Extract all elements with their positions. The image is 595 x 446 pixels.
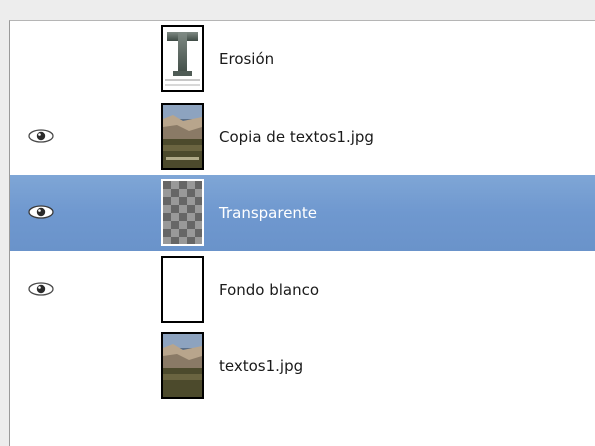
eye-icon[interactable] — [26, 204, 56, 220]
layer-row-copia-textos1[interactable]: Copia de textos1.jpg — [10, 99, 595, 175]
layer-name: Fondo blanco — [219, 281, 320, 299]
transparent-thumbnail — [161, 179, 204, 246]
layer-name: Copia de textos1.jpg — [219, 128, 374, 146]
photo-thumbnail-image — [163, 105, 202, 168]
eye-icon[interactable] — [26, 281, 56, 297]
layer-name: Erosión — [219, 50, 275, 68]
layer-name: textos1.jpg — [219, 357, 304, 375]
text-layer-thumbnail — [161, 25, 204, 92]
layer-row-transparente[interactable]: Transparente — [10, 175, 595, 251]
white-thumbnail — [161, 256, 204, 323]
layer-row-fondo-blanco[interactable]: Fondo blanco — [10, 252, 595, 328]
text-layer-icon — [163, 27, 202, 90]
photo-thumbnail — [161, 332, 204, 399]
layers-list: Erosión Copia de textos1.jpg Transparent… — [9, 20, 595, 446]
layer-row-textos1[interactable]: textos1.jpg — [10, 328, 595, 404]
layer-name: Transparente — [219, 204, 318, 222]
layer-row-erosion[interactable]: Erosión — [10, 21, 595, 97]
photo-thumbnail-image — [163, 334, 202, 397]
photo-thumbnail — [161, 103, 204, 170]
eye-icon[interactable] — [26, 128, 56, 144]
checkerboard-icon — [163, 181, 202, 244]
